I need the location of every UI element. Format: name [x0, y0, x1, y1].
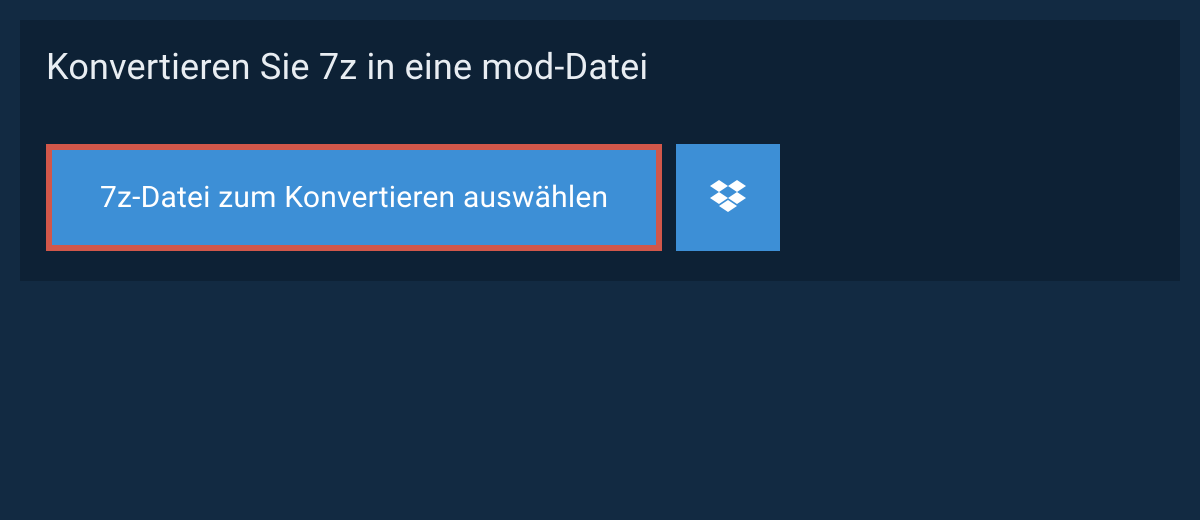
select-file-label: 7z-Datei zum Konvertieren auswählen — [100, 180, 608, 215]
select-file-button[interactable]: 7z-Datei zum Konvertieren auswählen — [46, 144, 662, 251]
page-title: Konvertieren Sie 7z in eine mod-Datei — [46, 46, 648, 88]
dropbox-icon — [710, 180, 746, 216]
action-row: 7z-Datei zum Konvertieren auswählen — [20, 144, 1180, 251]
title-bar: Konvertieren Sie 7z in eine mod-Datei — [20, 20, 674, 114]
dropbox-button[interactable] — [676, 144, 780, 251]
converter-panel: Konvertieren Sie 7z in eine mod-Datei 7z… — [20, 20, 1180, 281]
